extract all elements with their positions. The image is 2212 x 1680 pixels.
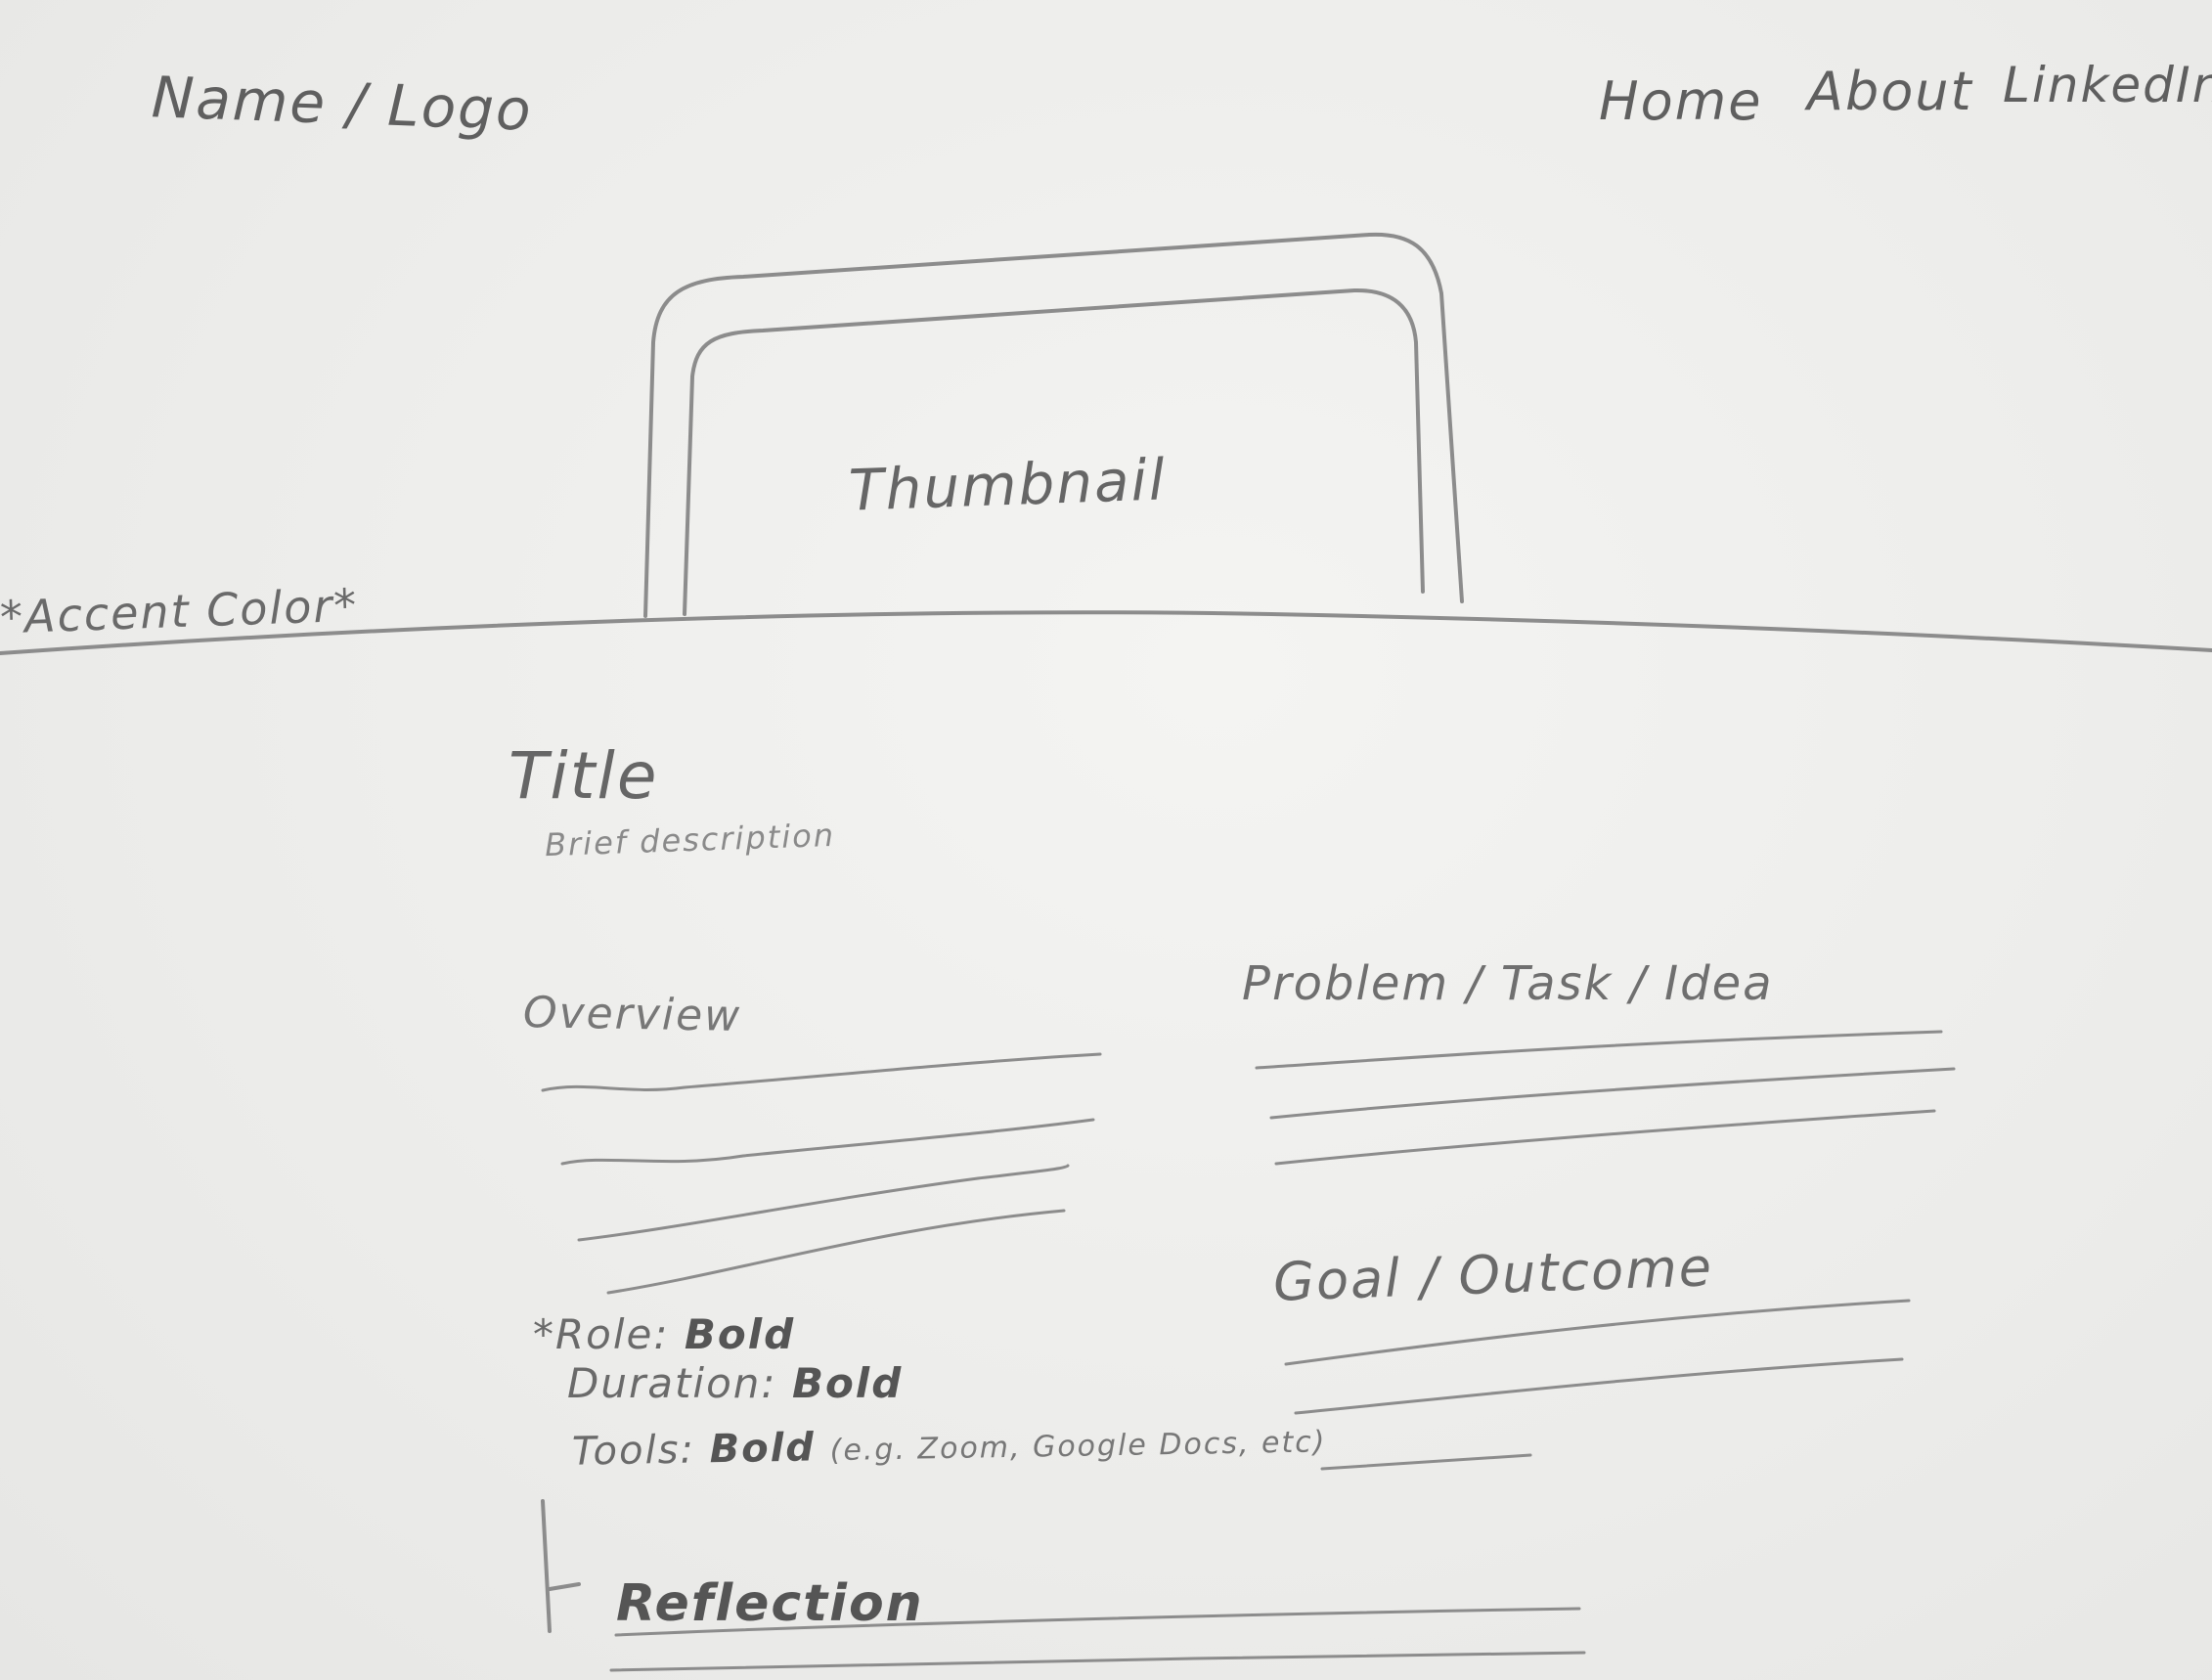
project-title: Title bbox=[509, 738, 659, 814]
problem-heading: Problem / Task / Idea bbox=[1242, 956, 1774, 1011]
thumbnail-label: Thumbnail bbox=[847, 446, 1168, 524]
role-label: *Role: bbox=[533, 1310, 670, 1358]
nav-link-linkedin[interactable]: LinkedIn bbox=[2003, 57, 2212, 113]
overview-heading: Overview bbox=[522, 988, 742, 1041]
goal-line bbox=[1294, 1357, 1904, 1415]
nav-link-about[interactable]: About bbox=[1807, 61, 1973, 122]
goal-line bbox=[1320, 1453, 1532, 1471]
logo[interactable]: Name / Logo bbox=[151, 64, 534, 144]
role-value: Bold bbox=[684, 1310, 796, 1358]
overview-line bbox=[577, 1164, 1070, 1242]
reflection-bracket bbox=[541, 1499, 581, 1633]
reflection-line bbox=[609, 1651, 1586, 1672]
reflection-heading: Reflection bbox=[616, 1574, 924, 1633]
overview-line bbox=[560, 1118, 1095, 1166]
role-detail: *Role: Bold bbox=[533, 1310, 795, 1358]
duration-value: Bold bbox=[791, 1359, 904, 1407]
tools-label: Tools: bbox=[571, 1427, 696, 1475]
overview-line bbox=[541, 1052, 1102, 1092]
problem-line bbox=[1255, 1030, 1943, 1070]
duration-label: Duration: bbox=[567, 1359, 777, 1407]
goal-line bbox=[1284, 1299, 1911, 1366]
problem-line bbox=[1269, 1067, 1956, 1120]
overview-line bbox=[606, 1209, 1066, 1295]
problem-line bbox=[1274, 1109, 1936, 1166]
nav-link-home[interactable]: Home bbox=[1599, 70, 1762, 132]
tools-examples: (e.g. Zoom, Google Docs, etc) bbox=[829, 1425, 1327, 1469]
duration-detail: Duration: Bold bbox=[567, 1359, 903, 1407]
tools-value: Bold bbox=[709, 1425, 817, 1473]
